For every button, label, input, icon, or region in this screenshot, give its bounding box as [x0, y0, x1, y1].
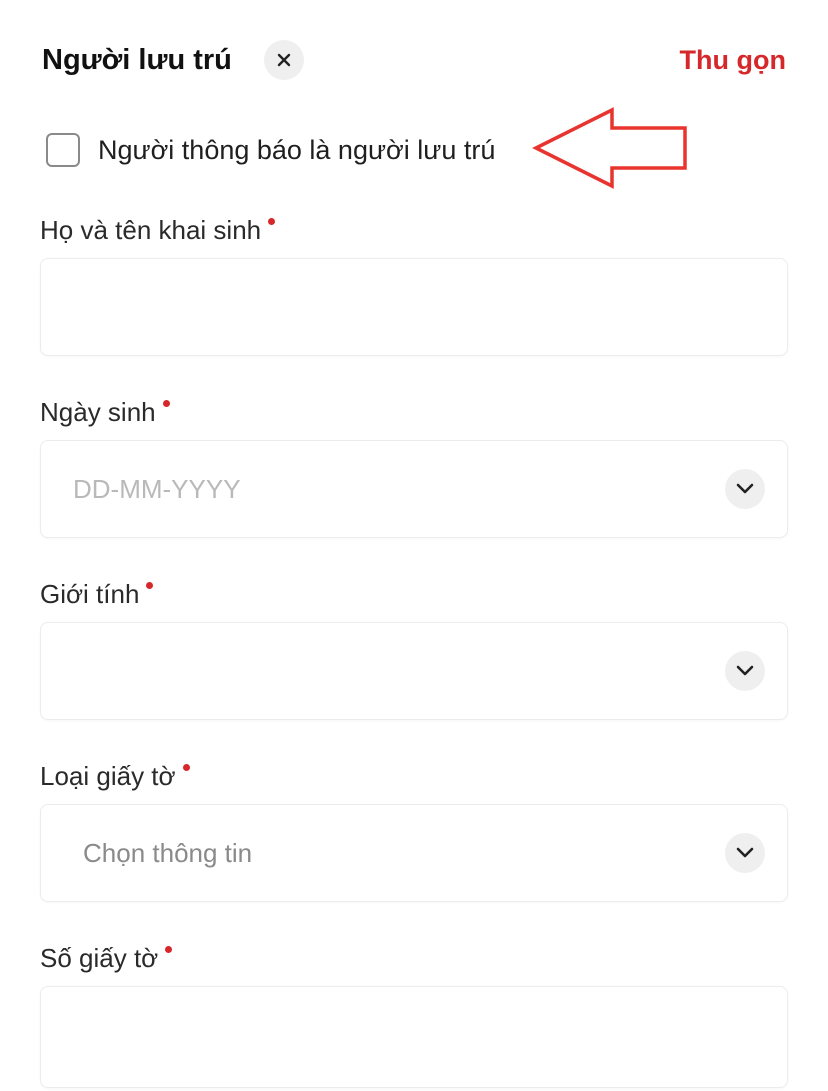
field-document-number: Số giấy tờ — [40, 940, 788, 1088]
panel-header: Người lưu trú Thu gọn — [0, 0, 828, 120]
close-button[interactable] — [264, 40, 304, 80]
field-label-document-number: Số giấy tờ — [40, 940, 788, 976]
required-dot — [268, 218, 276, 225]
document-type-dropdown-button[interactable] — [725, 833, 765, 873]
field-label-document-type: Loại giấy tờ — [40, 758, 788, 794]
birth-date-placeholder: DD-MM-YYYY — [73, 474, 241, 504]
required-dot — [162, 400, 170, 407]
birth-date-select[interactable]: DD-MM-YYYY — [40, 440, 788, 538]
collapse-link[interactable]: Thu gọn — [680, 40, 786, 80]
page-title: Người lưu trú — [42, 44, 232, 76]
document-number-input[interactable] — [40, 986, 788, 1088]
field-document-type: Loại giấy tờ Chọn thông tin — [40, 758, 788, 902]
gender-select[interactable] — [40, 622, 788, 720]
birth-date-dropdown-button[interactable] — [725, 469, 765, 509]
chevron-down-icon — [736, 847, 754, 858]
annotation-arrow-icon — [532, 107, 687, 189]
reporter-is-resident-row[interactable]: Người thông báo là người lưu trú — [46, 130, 495, 170]
document-type-placeholder: Chọn thông tin — [83, 838, 253, 868]
field-full-name: Họ và tên khai sinh — [40, 212, 788, 356]
reporter-is-resident-checkbox[interactable] — [46, 133, 80, 167]
required-dot — [182, 764, 190, 771]
field-birth-date: Ngày sinh DD-MM-YYYY — [40, 394, 788, 538]
field-label-full-name: Họ và tên khai sinh — [40, 212, 788, 248]
field-label-gender: Giới tính — [40, 576, 788, 612]
chevron-down-icon — [736, 483, 754, 494]
gender-dropdown-button[interactable] — [725, 651, 765, 691]
required-dot — [165, 946, 173, 953]
required-dot — [146, 582, 154, 589]
close-icon — [277, 53, 291, 67]
document-type-select[interactable]: Chọn thông tin — [40, 804, 788, 902]
field-gender: Giới tính — [40, 576, 788, 720]
field-label-birth-date: Ngày sinh — [40, 394, 788, 430]
checkbox-label: Người thông báo là người lưu trú — [98, 135, 496, 165]
full-name-input[interactable] — [40, 258, 788, 356]
chevron-down-icon — [736, 665, 754, 676]
